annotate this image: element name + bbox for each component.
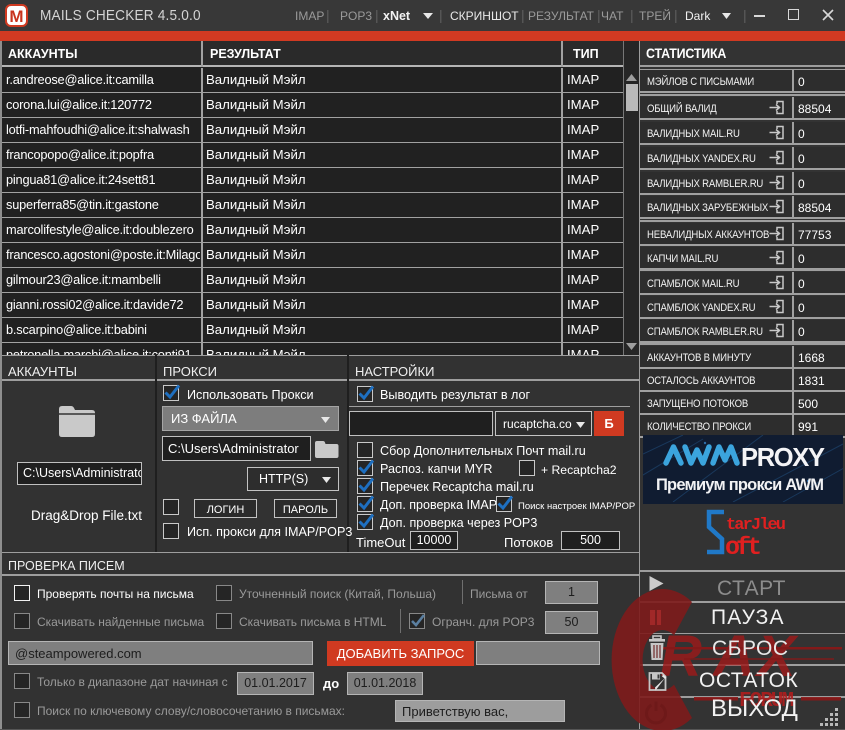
svg-text:M: M bbox=[9, 7, 23, 26]
svg-text:PROXY: PROXY bbox=[741, 444, 825, 472]
svg-text:Премиум прокси AWM: Премиум прокси AWM bbox=[656, 476, 824, 494]
svg-text:oft: oft bbox=[725, 533, 762, 562]
